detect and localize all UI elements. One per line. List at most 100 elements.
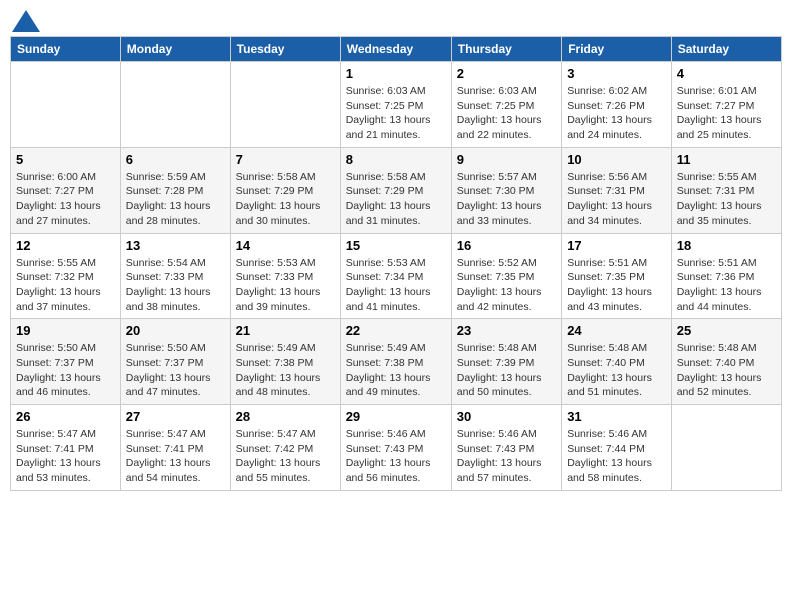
- day-info: Sunrise: 5:47 AM Sunset: 7:41 PM Dayligh…: [126, 427, 225, 486]
- day-number: 19: [16, 323, 115, 338]
- calendar-cell: 4 Sunrise: 6:01 AM Sunset: 7:27 PM Daylig…: [671, 62, 781, 148]
- calendar-week-row: 12 Sunrise: 5:55 AM Sunset: 7:32 PM Dayli…: [11, 233, 782, 319]
- day-number: 9: [457, 152, 556, 167]
- day-info: Sunrise: 5:46 AM Sunset: 7:43 PM Dayligh…: [346, 427, 446, 486]
- day-number: 1: [346, 66, 446, 81]
- day-number: 30: [457, 409, 556, 424]
- calendar-cell: 22Sunrise: 5:49 AM Sunset: 7:38 PM Dayli…: [340, 319, 451, 405]
- day-info: Sunrise: 5:46 AM Sunset: 7:43 PM Dayligh…: [457, 427, 556, 486]
- day-info: Sunrise: 5:51 AM Sunset: 7:36 PM Dayligh…: [677, 256, 776, 315]
- day-number: 23: [457, 323, 556, 338]
- calendar-table: SundayMondayTuesdayWednesdayThursdayFrid…: [10, 36, 782, 491]
- day-info: Sunrise: 5:46 AM Sunset: 7:44 PM Dayligh…: [567, 427, 666, 486]
- day-number: 13: [126, 238, 225, 253]
- calendar-cell: 19 Sunrise: 5:50 AM Sunset: 7:37 PM Dayli…: [11, 319, 121, 405]
- calendar-cell: [671, 405, 781, 491]
- calendar-cell: 31 Sunrise: 5:46 AM Sunset: 7:44 PM Dayli…: [562, 405, 672, 491]
- calendar-cell: 3 Sunrise: 6:02 AM Sunset: 7:26 PM Daylig…: [562, 62, 672, 148]
- day-number: 11: [677, 152, 776, 167]
- day-info: Sunrise: 6:03 AM Sunset: 7:25 PM Dayligh…: [346, 84, 446, 143]
- calendar-cell: 12 Sunrise: 5:55 AM Sunset: 7:32 PM Dayli…: [11, 233, 121, 319]
- calendar-cell: 13Sunrise: 5:54 AM Sunset: 7:33 PM Dayli…: [120, 233, 230, 319]
- calendar-header-tuesday: Tuesday: [230, 37, 340, 62]
- calendar-header-thursday: Thursday: [451, 37, 561, 62]
- day-number: 2: [457, 66, 556, 81]
- day-info: Sunrise: 5:58 AM Sunset: 7:29 PM Dayligh…: [236, 170, 335, 229]
- day-info: Sunrise: 5:55 AM Sunset: 7:32 PM Dayligh…: [16, 256, 115, 315]
- calendar-cell: 16 Sunrise: 5:52 AM Sunset: 7:35 PM Dayli…: [451, 233, 561, 319]
- calendar-cell: 29 Sunrise: 5:46 AM Sunset: 7:43 PM Dayli…: [340, 405, 451, 491]
- day-info: Sunrise: 5:51 AM Sunset: 7:35 PM Dayligh…: [567, 256, 666, 315]
- day-number: 22: [346, 323, 446, 338]
- calendar-header-saturday: Saturday: [671, 37, 781, 62]
- calendar-header-row: SundayMondayTuesdayWednesdayThursdayFrid…: [11, 37, 782, 62]
- day-info: Sunrise: 5:47 AM Sunset: 7:41 PM Dayligh…: [16, 427, 115, 486]
- day-number: 15: [346, 238, 446, 253]
- calendar-cell: 18 Sunrise: 5:51 AM Sunset: 7:36 PM Dayli…: [671, 233, 781, 319]
- calendar-cell: 6 Sunrise: 5:59 AM Sunset: 7:28 PM Daylig…: [120, 147, 230, 233]
- day-info: Sunrise: 5:48 AM Sunset: 7:39 PM Dayligh…: [457, 341, 556, 400]
- calendar-cell: 26Sunrise: 5:47 AM Sunset: 7:41 PM Dayli…: [11, 405, 121, 491]
- day-number: 10: [567, 152, 666, 167]
- day-number: 31: [567, 409, 666, 424]
- calendar-cell: 15 Sunrise: 5:53 AM Sunset: 7:34 PM Dayli…: [340, 233, 451, 319]
- calendar-header-friday: Friday: [562, 37, 672, 62]
- day-info: Sunrise: 5:47 AM Sunset: 7:42 PM Dayligh…: [236, 427, 335, 486]
- calendar-cell: 17 Sunrise: 5:51 AM Sunset: 7:35 PM Dayli…: [562, 233, 672, 319]
- logo-arrow-icon: [12, 10, 40, 32]
- day-info: Sunrise: 5:55 AM Sunset: 7:31 PM Dayligh…: [677, 170, 776, 229]
- day-info: Sunrise: 5:49 AM Sunset: 7:38 PM Dayligh…: [236, 341, 335, 400]
- day-number: 20: [126, 323, 225, 338]
- day-info: Sunrise: 6:02 AM Sunset: 7:26 PM Dayligh…: [567, 84, 666, 143]
- calendar-cell: [230, 62, 340, 148]
- day-number: 12: [16, 238, 115, 253]
- calendar-cell: [11, 62, 121, 148]
- calendar-header-sunday: Sunday: [11, 37, 121, 62]
- day-info: Sunrise: 5:57 AM Sunset: 7:30 PM Dayligh…: [457, 170, 556, 229]
- logo: [10, 10, 40, 28]
- day-number: 6: [126, 152, 225, 167]
- calendar-cell: 8Sunrise: 5:58 AM Sunset: 7:29 PM Daylig…: [340, 147, 451, 233]
- day-number: 7: [236, 152, 335, 167]
- day-info: Sunrise: 6:00 AM Sunset: 7:27 PM Dayligh…: [16, 170, 115, 229]
- day-info: Sunrise: 5:53 AM Sunset: 7:33 PM Dayligh…: [236, 256, 335, 315]
- calendar-cell: 14Sunrise: 5:53 AM Sunset: 7:33 PM Dayli…: [230, 233, 340, 319]
- day-info: Sunrise: 5:53 AM Sunset: 7:34 PM Dayligh…: [346, 256, 446, 315]
- day-number: 25: [677, 323, 776, 338]
- calendar-cell: 2 Sunrise: 6:03 AM Sunset: 7:25 PM Daylig…: [451, 62, 561, 148]
- calendar-header-monday: Monday: [120, 37, 230, 62]
- calendar-cell: 25 Sunrise: 5:48 AM Sunset: 7:40 PM Dayli…: [671, 319, 781, 405]
- calendar-cell: 23 Sunrise: 5:48 AM Sunset: 7:39 PM Dayli…: [451, 319, 561, 405]
- day-number: 5: [16, 152, 115, 167]
- calendar-cell: 21 Sunrise: 5:49 AM Sunset: 7:38 PM Dayli…: [230, 319, 340, 405]
- day-info: Sunrise: 5:50 AM Sunset: 7:37 PM Dayligh…: [16, 341, 115, 400]
- day-number: 21: [236, 323, 335, 338]
- page-header: [10, 10, 782, 28]
- calendar-header-wednesday: Wednesday: [340, 37, 451, 62]
- day-info: Sunrise: 6:03 AM Sunset: 7:25 PM Dayligh…: [457, 84, 556, 143]
- calendar-cell: 28 Sunrise: 5:47 AM Sunset: 7:42 PM Dayli…: [230, 405, 340, 491]
- day-number: 16: [457, 238, 556, 253]
- calendar-cell: 30 Sunrise: 5:46 AM Sunset: 7:43 PM Dayli…: [451, 405, 561, 491]
- day-info: Sunrise: 5:52 AM Sunset: 7:35 PM Dayligh…: [457, 256, 556, 315]
- day-info: Sunrise: 5:59 AM Sunset: 7:28 PM Dayligh…: [126, 170, 225, 229]
- calendar-cell: 20Sunrise: 5:50 AM Sunset: 7:37 PM Dayli…: [120, 319, 230, 405]
- calendar-cell: [120, 62, 230, 148]
- day-info: Sunrise: 5:48 AM Sunset: 7:40 PM Dayligh…: [567, 341, 666, 400]
- day-info: Sunrise: 5:48 AM Sunset: 7:40 PM Dayligh…: [677, 341, 776, 400]
- day-info: Sunrise: 6:01 AM Sunset: 7:27 PM Dayligh…: [677, 84, 776, 143]
- day-number: 4: [677, 66, 776, 81]
- day-number: 29: [346, 409, 446, 424]
- calendar-cell: 24Sunrise: 5:48 AM Sunset: 7:40 PM Dayli…: [562, 319, 672, 405]
- day-number: 17: [567, 238, 666, 253]
- calendar-cell: 10 Sunrise: 5:56 AM Sunset: 7:31 PM Dayli…: [562, 147, 672, 233]
- calendar-cell: 7 Sunrise: 5:58 AM Sunset: 7:29 PM Daylig…: [230, 147, 340, 233]
- calendar-cell: 5 Sunrise: 6:00 AM Sunset: 7:27 PM Daylig…: [11, 147, 121, 233]
- day-info: Sunrise: 5:56 AM Sunset: 7:31 PM Dayligh…: [567, 170, 666, 229]
- day-number: 18: [677, 238, 776, 253]
- calendar-cell: 11 Sunrise: 5:55 AM Sunset: 7:31 PM Dayli…: [671, 147, 781, 233]
- day-number: 28: [236, 409, 335, 424]
- calendar-week-row: 26Sunrise: 5:47 AM Sunset: 7:41 PM Dayli…: [11, 405, 782, 491]
- calendar-week-row: 1 Sunrise: 6:03 AM Sunset: 7:25 PM Daylig…: [11, 62, 782, 148]
- day-number: 3: [567, 66, 666, 81]
